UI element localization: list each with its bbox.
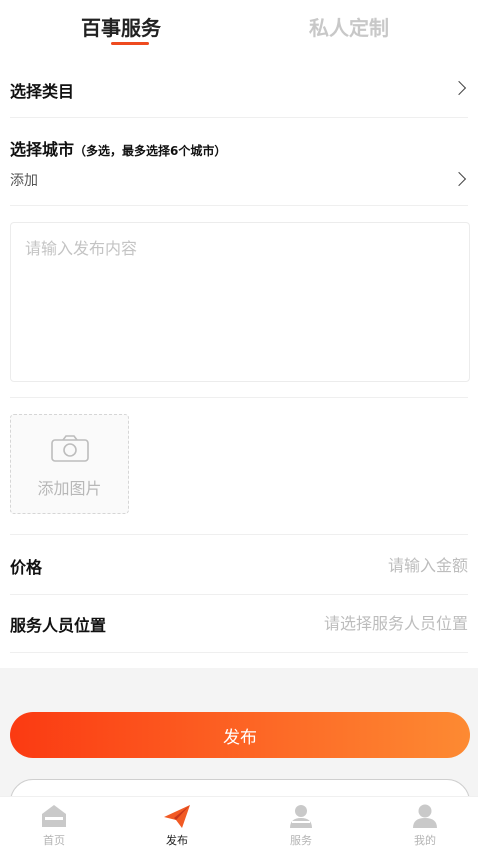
- tabbar-label-service: 服务: [290, 834, 312, 847]
- divider: [10, 534, 468, 535]
- add-city-text: 添加: [10, 173, 38, 189]
- tabbar-item-mine[interactable]: 我的: [385, 797, 465, 850]
- select-city-hint: （多选，最多选择6个城市）: [74, 144, 227, 158]
- select-category-row[interactable]: 选择类目: [10, 78, 468, 102]
- select-city-label: 选择城市: [10, 140, 75, 159]
- publish-button[interactable]: 发布: [10, 712, 470, 758]
- camera-icon: [51, 435, 89, 462]
- price-label: 价格: [10, 558, 43, 577]
- bottom-tab-bar: 首页 发布 服务 我的: [0, 796, 478, 850]
- add-image-label: 添加图片: [37, 479, 102, 498]
- home-icon: [42, 805, 66, 827]
- price-row: 价格: [10, 536, 468, 594]
- top-tabs: 百事服务 私人定制: [0, 0, 478, 52]
- tabbar-item-publish[interactable]: 发布: [137, 797, 217, 850]
- service-person-icon: [290, 805, 312, 828]
- tabbar-label-mine: 我的: [414, 834, 436, 847]
- location-input[interactable]: [208, 608, 468, 638]
- tabbar-label-publish: 发布: [166, 834, 188, 847]
- add-image-button[interactable]: 添加图片: [10, 414, 129, 514]
- content-box: [10, 222, 470, 382]
- location-label: 服务人员位置: [10, 616, 107, 635]
- tab-private-custom[interactable]: 私人定制: [309, 12, 389, 41]
- chevron-right-icon: [451, 171, 467, 187]
- tab-baishi-service[interactable]: 百事服务: [81, 12, 161, 41]
- paper-plane-icon: [164, 805, 190, 828]
- divider: [10, 397, 468, 398]
- divider: [10, 652, 468, 653]
- active-tab-indicator: [111, 42, 149, 45]
- add-city-row[interactable]: 添加: [10, 170, 468, 190]
- chevron-right-icon: [451, 80, 467, 96]
- location-row: 服务人员位置: [10, 594, 468, 652]
- tabbar-item-home[interactable]: 首页: [14, 797, 94, 850]
- divider: [10, 117, 468, 118]
- select-city-header: 选择城市（多选，最多选择6个城市）: [10, 136, 468, 160]
- tabbar-item-service[interactable]: 服务: [261, 797, 341, 850]
- divider: [10, 205, 468, 206]
- select-category-label: 选择类目: [10, 82, 75, 101]
- price-input[interactable]: [208, 550, 468, 580]
- tabbar-label-home: 首页: [43, 834, 65, 847]
- content-input[interactable]: [11, 223, 469, 381]
- user-icon: [413, 804, 437, 828]
